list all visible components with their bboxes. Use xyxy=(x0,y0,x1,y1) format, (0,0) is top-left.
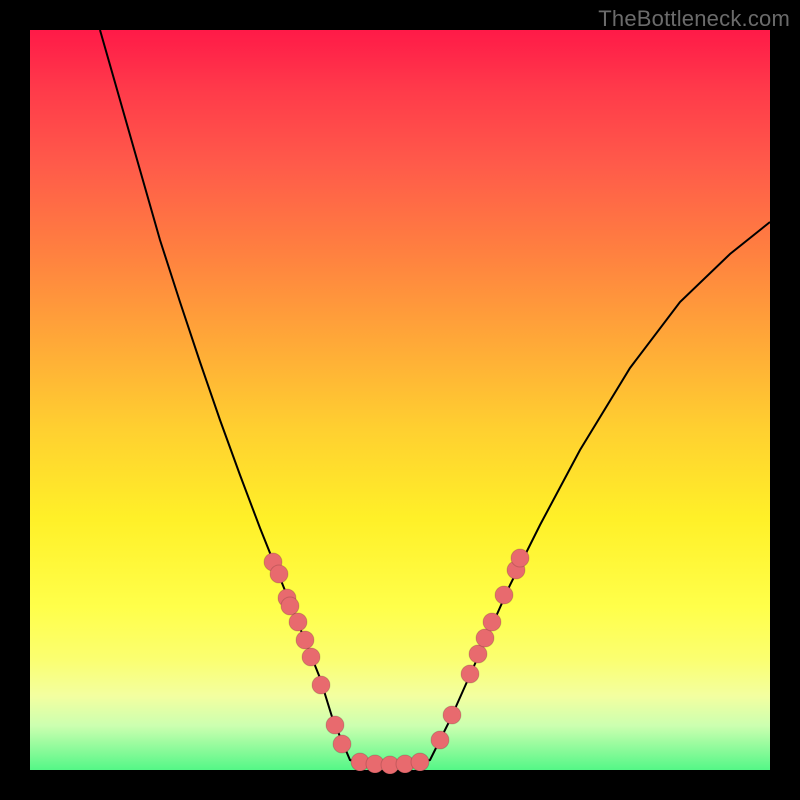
dot-right xyxy=(476,629,494,647)
dot-valley xyxy=(411,753,429,771)
dot-right xyxy=(461,665,479,683)
outer-frame: TheBottleneck.com xyxy=(0,0,800,800)
dot-left xyxy=(312,676,330,694)
dot-left xyxy=(281,597,299,615)
dot-left xyxy=(333,735,351,753)
watermark-text: TheBottleneck.com xyxy=(598,6,790,32)
dot-right xyxy=(511,549,529,567)
dot-right xyxy=(495,586,513,604)
dot-left xyxy=(270,565,288,583)
dot-right xyxy=(431,731,449,749)
dot-right xyxy=(469,645,487,663)
dot-left xyxy=(302,648,320,666)
dot-right xyxy=(483,613,501,631)
dot-left xyxy=(289,613,307,631)
dot-right xyxy=(443,706,461,724)
curve-layer xyxy=(30,30,770,770)
dot-left xyxy=(296,631,314,649)
bottleneck-curve xyxy=(100,30,770,768)
dot-left xyxy=(326,716,344,734)
